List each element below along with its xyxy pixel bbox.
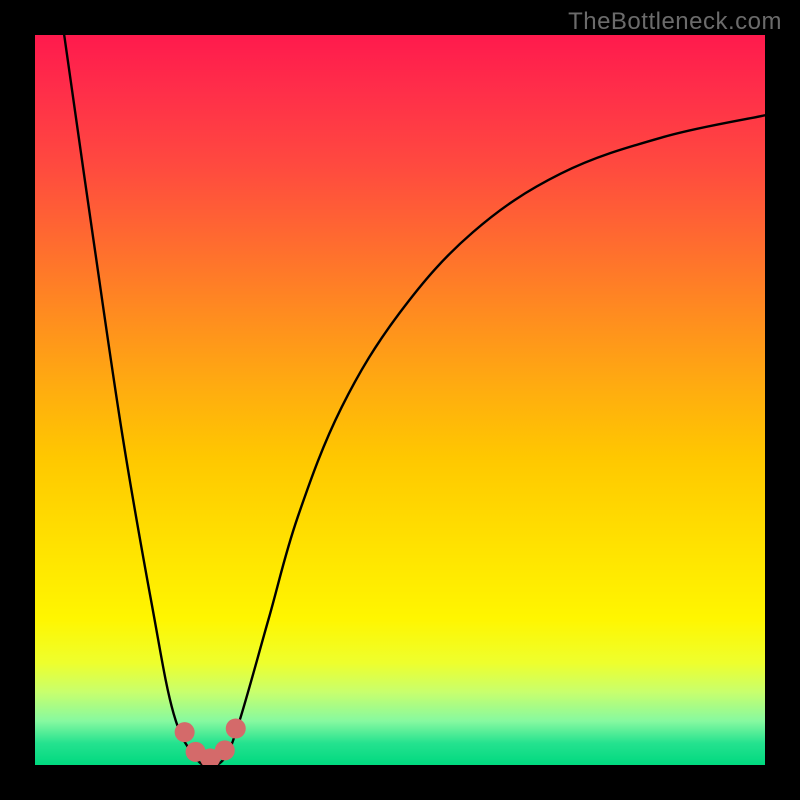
highlight-dot bbox=[175, 722, 195, 742]
highlight-dot bbox=[226, 719, 246, 739]
watermark-text: TheBottleneck.com bbox=[568, 8, 782, 36]
plot-area bbox=[35, 35, 765, 765]
bottleneck-curve bbox=[35, 35, 765, 765]
chart-frame: TheBottleneck.com bbox=[0, 0, 800, 800]
curve-path bbox=[64, 35, 765, 765]
highlight-dot bbox=[215, 740, 235, 760]
